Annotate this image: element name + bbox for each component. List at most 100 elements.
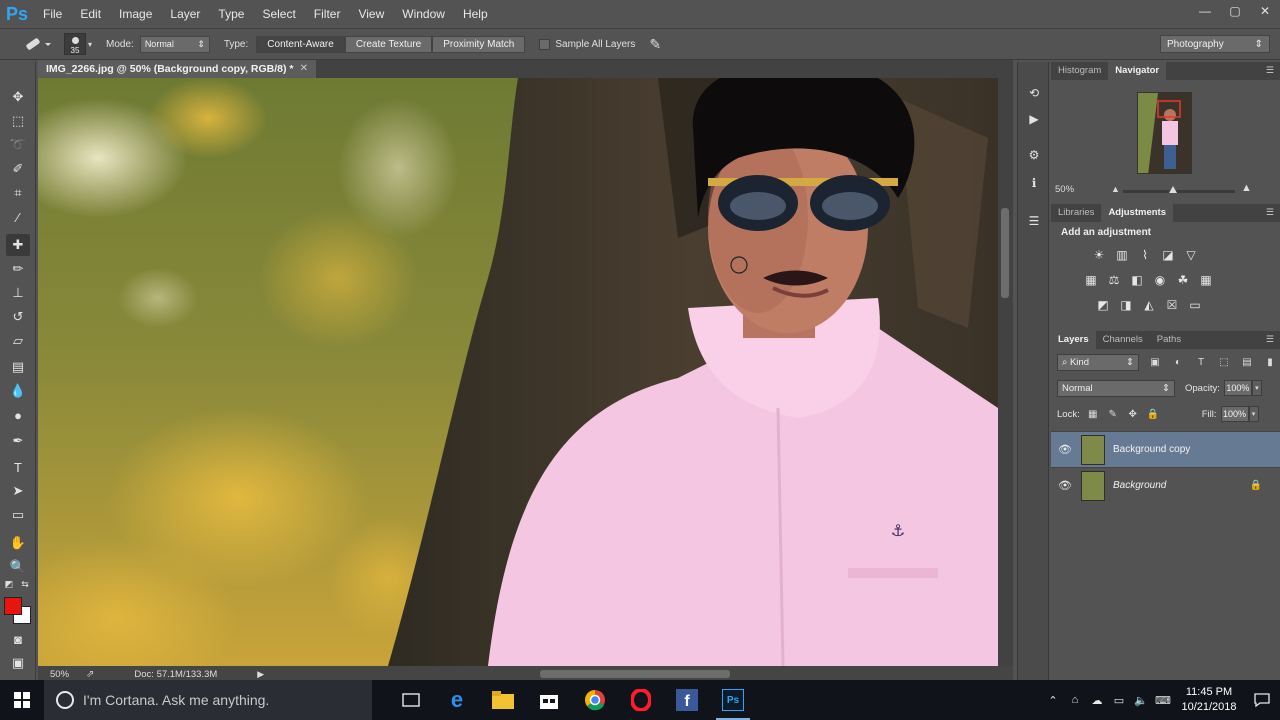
create-texture-button[interactable]: Create Texture (344, 35, 433, 53)
file-explorer-icon[interactable] (480, 680, 526, 720)
opacity-field[interactable]: 100% (1223, 380, 1252, 396)
close-icon[interactable]: ✕ (300, 63, 308, 74)
color-lookup-icon[interactable]: ▦ (1198, 273, 1214, 287)
edge-icon[interactable]: e (434, 680, 480, 720)
gradient-tool-icon[interactable]: ▤ (6, 356, 30, 378)
brush-settings-icon[interactable]: ⚙ (1025, 146, 1043, 164)
pressure-icon[interactable]: ✎ (649, 36, 661, 53)
menu-layer[interactable]: Layer (161, 0, 209, 28)
lock-transparent-icon[interactable]: ▦ (1086, 407, 1100, 421)
sample-all-layers-checkbox[interactable] (539, 38, 551, 50)
menu-type[interactable]: Type (209, 0, 253, 28)
document-tab[interactable]: IMG_2266.jpg @ 50% (Background copy, RGB… (38, 60, 316, 78)
filter-smart-object-icon[interactable]: ▤ (1240, 355, 1254, 369)
layer-kind-select[interactable]: ⌕ Kind ⇕ (1057, 353, 1139, 371)
menu-help[interactable]: Help (454, 0, 497, 28)
hand-tool-icon[interactable]: ✋ (6, 532, 30, 554)
photoshop-taskbar-icon[interactable]: Ps (710, 680, 756, 720)
crop-tool-icon[interactable]: ⌗ (6, 182, 30, 204)
vibrance-icon[interactable]: ▽ (1183, 248, 1199, 262)
threshold-icon[interactable]: ◭ (1141, 298, 1157, 312)
mode-select[interactable]: Normal ⇕ (139, 35, 210, 53)
blend-mode-select[interactable]: Normal ⇕ (1057, 379, 1175, 397)
navigator-thumbnail[interactable] (1137, 92, 1192, 174)
lock-position-icon[interactable]: ✥ (1126, 407, 1140, 421)
info-icon[interactable]: ℹ (1025, 174, 1043, 192)
properties-icon[interactable]: ☰ (1025, 212, 1043, 230)
panel-menu-icon[interactable]: ☰ (1266, 207, 1274, 218)
zoom-in-icon[interactable]: ▲ (1241, 182, 1252, 194)
channel-mixer-icon[interactable]: ☘ (1175, 273, 1191, 287)
status-arrow-icon[interactable]: ▶ (257, 669, 264, 680)
tab-channels[interactable]: Channels (1096, 331, 1150, 349)
exposure-icon[interactable]: ◪ (1160, 248, 1176, 262)
lasso-tool-icon[interactable]: ➰ (6, 134, 30, 156)
history-icon[interactable]: ⟲ (1025, 84, 1043, 102)
zoom-tool-icon[interactable]: 🔍 (6, 556, 30, 578)
network-icon[interactable]: ⌂ (1064, 694, 1086, 706)
filter-adjustment-icon[interactable]: ◐ (1171, 355, 1185, 369)
dodge-tool-icon[interactable]: ● (6, 404, 30, 426)
close-button[interactable]: ✕ (1250, 0, 1280, 22)
rectangle-tool-icon[interactable]: ▭ (6, 504, 30, 526)
chevron-down-icon[interactable]: ▾ (1248, 406, 1259, 422)
start-button[interactable] (0, 680, 44, 720)
filter-type-icon[interactable]: T (1194, 355, 1208, 369)
swap-colors-icon[interactable]: ⇆ (18, 578, 32, 590)
vertical-scrollbar[interactable] (998, 78, 1013, 666)
selective-color-icon[interactable]: ▭ (1187, 298, 1203, 312)
volume-icon[interactable]: 🔈 (1130, 694, 1152, 707)
cloud-icon[interactable]: ☁ (1086, 694, 1108, 707)
actions-icon[interactable]: ▶ (1025, 110, 1043, 128)
tab-libraries[interactable]: Libraries (1051, 204, 1101, 222)
menu-view[interactable]: View (349, 0, 393, 28)
menu-image[interactable]: Image (110, 0, 161, 28)
restore-button[interactable]: ▢ (1220, 0, 1250, 22)
cortana-search-box[interactable]: I'm Cortana. Ask me anything. (44, 680, 372, 720)
zoom-out-icon[interactable]: ▲ (1111, 184, 1120, 194)
brush-tool-icon[interactable]: ✏ (6, 258, 30, 280)
navigator-zoom-slider[interactable] (1123, 186, 1235, 193)
canvas[interactable]: ⚓ (38, 78, 998, 666)
screen-mode-icon[interactable]: ▣ (6, 652, 30, 674)
menu-window[interactable]: Window (393, 0, 454, 28)
export-icon[interactable]: ⇗ (86, 669, 94, 680)
brush-size-picker[interactable]: 35 (64, 33, 86, 55)
eye-icon[interactable]: 👁 (1051, 479, 1079, 492)
chevron-down-icon[interactable]: ▾ (88, 40, 92, 49)
gradient-map-icon[interactable]: ☒ (1164, 298, 1180, 312)
menu-file[interactable]: File (34, 0, 71, 28)
filter-toggle-icon[interactable]: ▮ (1263, 355, 1277, 369)
type-tool-icon[interactable]: T (6, 456, 30, 478)
quick-selection-tool-icon[interactable]: ✐ (6, 158, 30, 180)
chrome-icon[interactable] (572, 680, 618, 720)
menu-edit[interactable]: Edit (71, 0, 110, 28)
fill-field[interactable]: 100% (1220, 406, 1249, 422)
pen-tool-icon[interactable]: ✒ (6, 430, 30, 452)
workspace-select[interactable]: Photography ⇕ (1160, 35, 1270, 53)
photo-filter-icon[interactable]: ◉ (1152, 273, 1168, 287)
filter-pixel-icon[interactable]: ▣ (1148, 355, 1162, 369)
eraser-tool-icon[interactable]: ▱ (6, 330, 30, 352)
invert-icon[interactable]: ◩ (1095, 298, 1111, 312)
menu-select[interactable]: Select (253, 0, 304, 28)
move-tool-icon[interactable]: ✥ (6, 86, 30, 108)
foreground-color-swatch[interactable] (4, 597, 22, 615)
chevron-down-icon[interactable]: ▾ (1251, 380, 1262, 396)
tab-adjustments[interactable]: Adjustments (1101, 204, 1173, 222)
status-zoom[interactable]: 50% (38, 669, 84, 680)
task-view-icon[interactable] (388, 680, 434, 720)
curves-icon[interactable]: ⌇ (1137, 248, 1153, 262)
minimize-button[interactable]: — (1190, 0, 1220, 22)
layer-row-background-copy[interactable]: 👁 Background copy (1051, 431, 1280, 467)
marquee-tool-icon[interactable]: ⬚ (6, 110, 30, 132)
eyedropper-tool-icon[interactable]: ⁄ (6, 206, 30, 228)
blur-tool-icon[interactable]: 💧 (6, 380, 30, 402)
facebook-icon[interactable]: f (664, 680, 710, 720)
language-icon[interactable]: ⌨ (1152, 694, 1174, 707)
opera-icon[interactable] (618, 680, 664, 720)
proximity-match-button[interactable]: Proximity Match (432, 35, 526, 53)
tool-preset-picker[interactable] (18, 31, 58, 57)
brightness-contrast-icon[interactable]: ☀ (1091, 248, 1107, 262)
lock-all-icon[interactable]: 🔒 (1146, 407, 1160, 421)
